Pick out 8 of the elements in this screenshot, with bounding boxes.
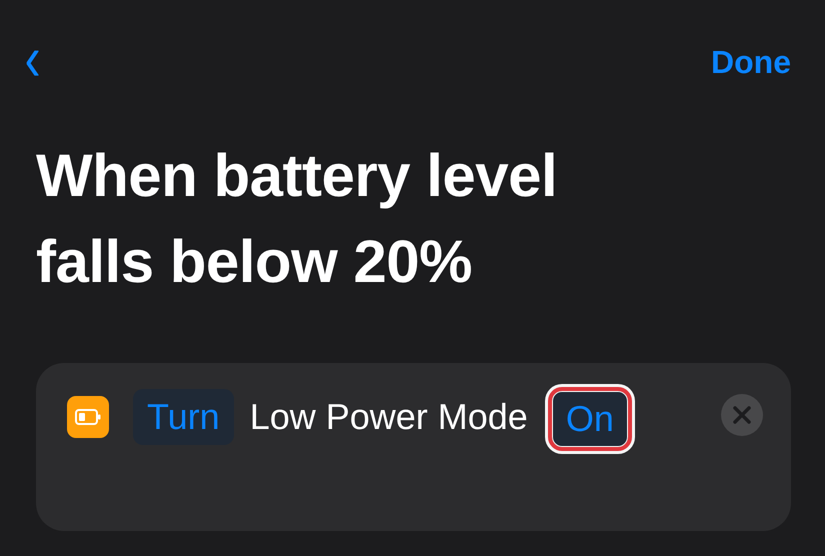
parameter-token[interactable]: Turn bbox=[133, 389, 234, 445]
parameter-token[interactable]: On bbox=[552, 391, 628, 447]
done-button[interactable]: Done bbox=[711, 44, 791, 80]
battery-icon bbox=[67, 396, 109, 438]
back-button[interactable]: ‹ bbox=[22, 26, 44, 90]
action-name: Low Power Mode bbox=[250, 395, 528, 439]
automation-title: When battery level falls below 20% bbox=[36, 141, 558, 297]
close-icon[interactable] bbox=[721, 394, 763, 436]
